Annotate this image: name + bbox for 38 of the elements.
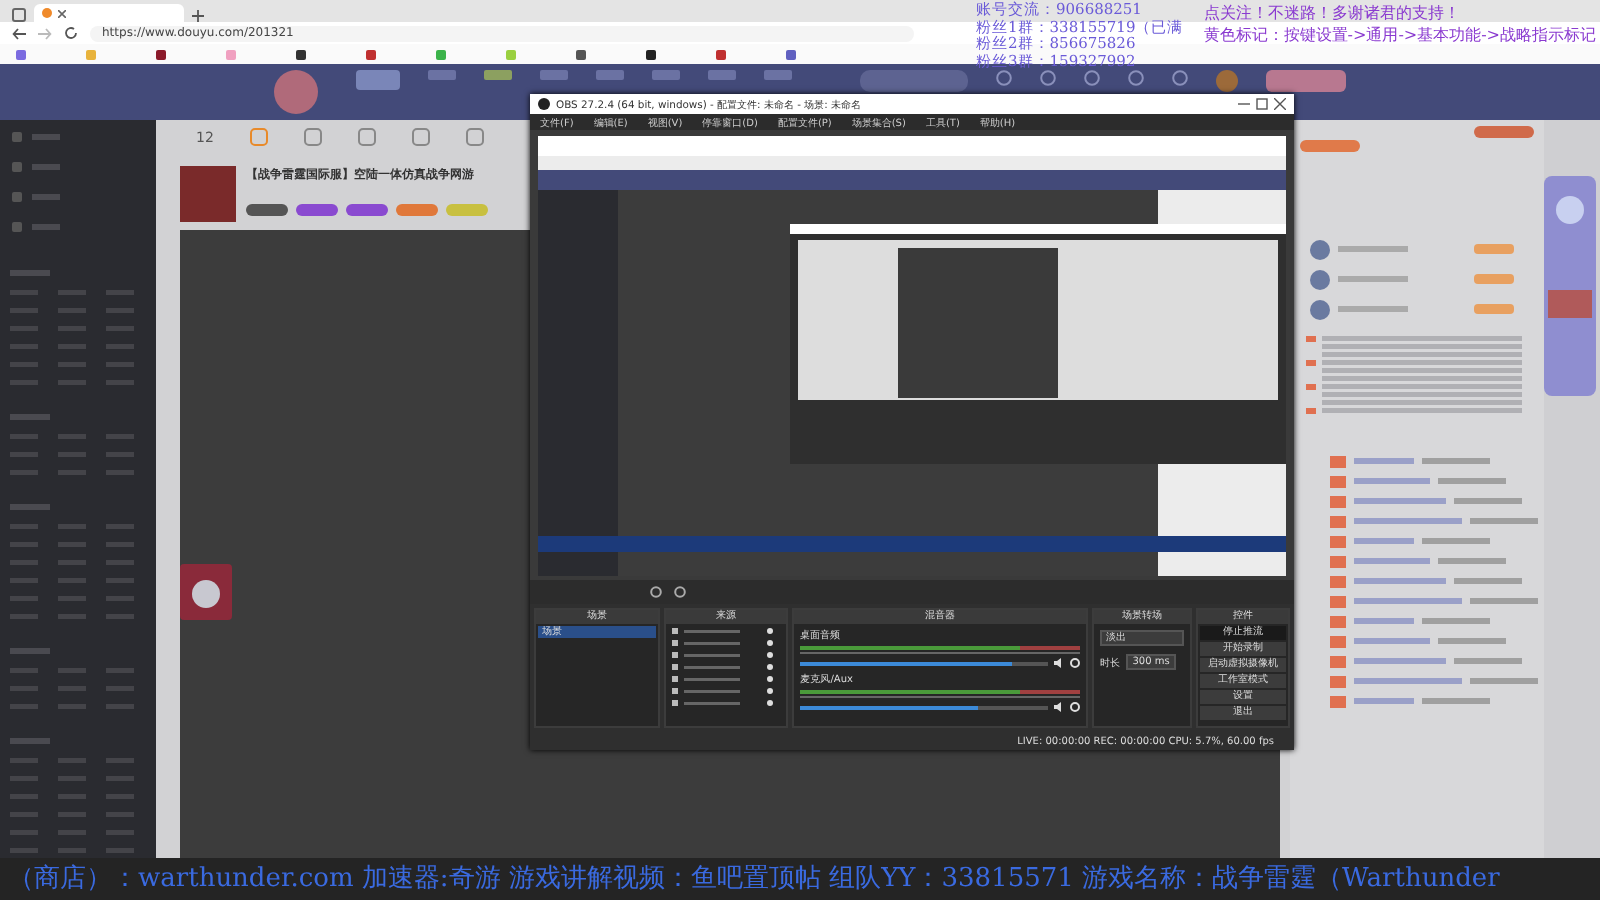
forward-icon[interactable] [38,27,52,39]
header-icon[interactable] [1040,70,1056,86]
promo-banner-icon [1266,70,1346,92]
bookmark-icon[interactable] [576,49,586,59]
tag-chip-icon[interactable] [246,204,288,216]
close-icon[interactable] [58,9,66,17]
favicon-icon [42,8,52,18]
toolbar-icon[interactable] [411,128,430,146]
tag-chip-icon[interactable] [296,204,338,216]
ticker-text: （商店）：warthunder.com 加速器:奇游 游戏讲解视频：鱼吧置顶帖 组队YY：33815571 游戏名称：战争雷霆（Warthunder [8,864,1500,894]
stream-cover-image [180,166,236,222]
toolbar-icon[interactable] [303,128,322,146]
tag-chip-icon[interactable] [346,204,388,216]
obs-logo-icon [538,98,550,110]
minimize-icon[interactable] [1238,98,1250,110]
close-icon[interactable] [1274,98,1286,110]
page-icon [12,8,26,22]
header-icon[interactable] [1084,70,1100,86]
maximize-icon[interactable] [1256,98,1268,110]
speaker-icon[interactable] [1054,702,1065,712]
header-icon[interactable] [1128,70,1144,86]
toolbar-icon[interactable] [249,128,268,146]
promo-badge-icon [180,564,232,620]
overlay-text: 黄色标记：按键设置->通用->基本功能->战略指示标记 [1203,24,1596,46]
overlay-text: 点关注！不迷路！多谢诸君的支持！ [1203,2,1460,24]
toolbar-icon[interactable] [465,128,484,146]
bookmark-icon[interactable] [156,49,166,59]
header-icon[interactable] [1172,70,1188,86]
new-tab-icon[interactable] [192,10,204,22]
speaker-icon[interactable] [1054,658,1065,668]
bookmark-icon[interactable] [646,49,656,59]
reload-icon[interactable] [64,26,78,40]
back-icon[interactable] [12,27,26,39]
header-icon[interactable] [996,70,1012,86]
toolbar-icon[interactable] [357,128,376,146]
search-field[interactable] [860,70,968,92]
bookmark-icon[interactable] [296,49,306,59]
avatar-icon[interactable] [1216,70,1238,92]
